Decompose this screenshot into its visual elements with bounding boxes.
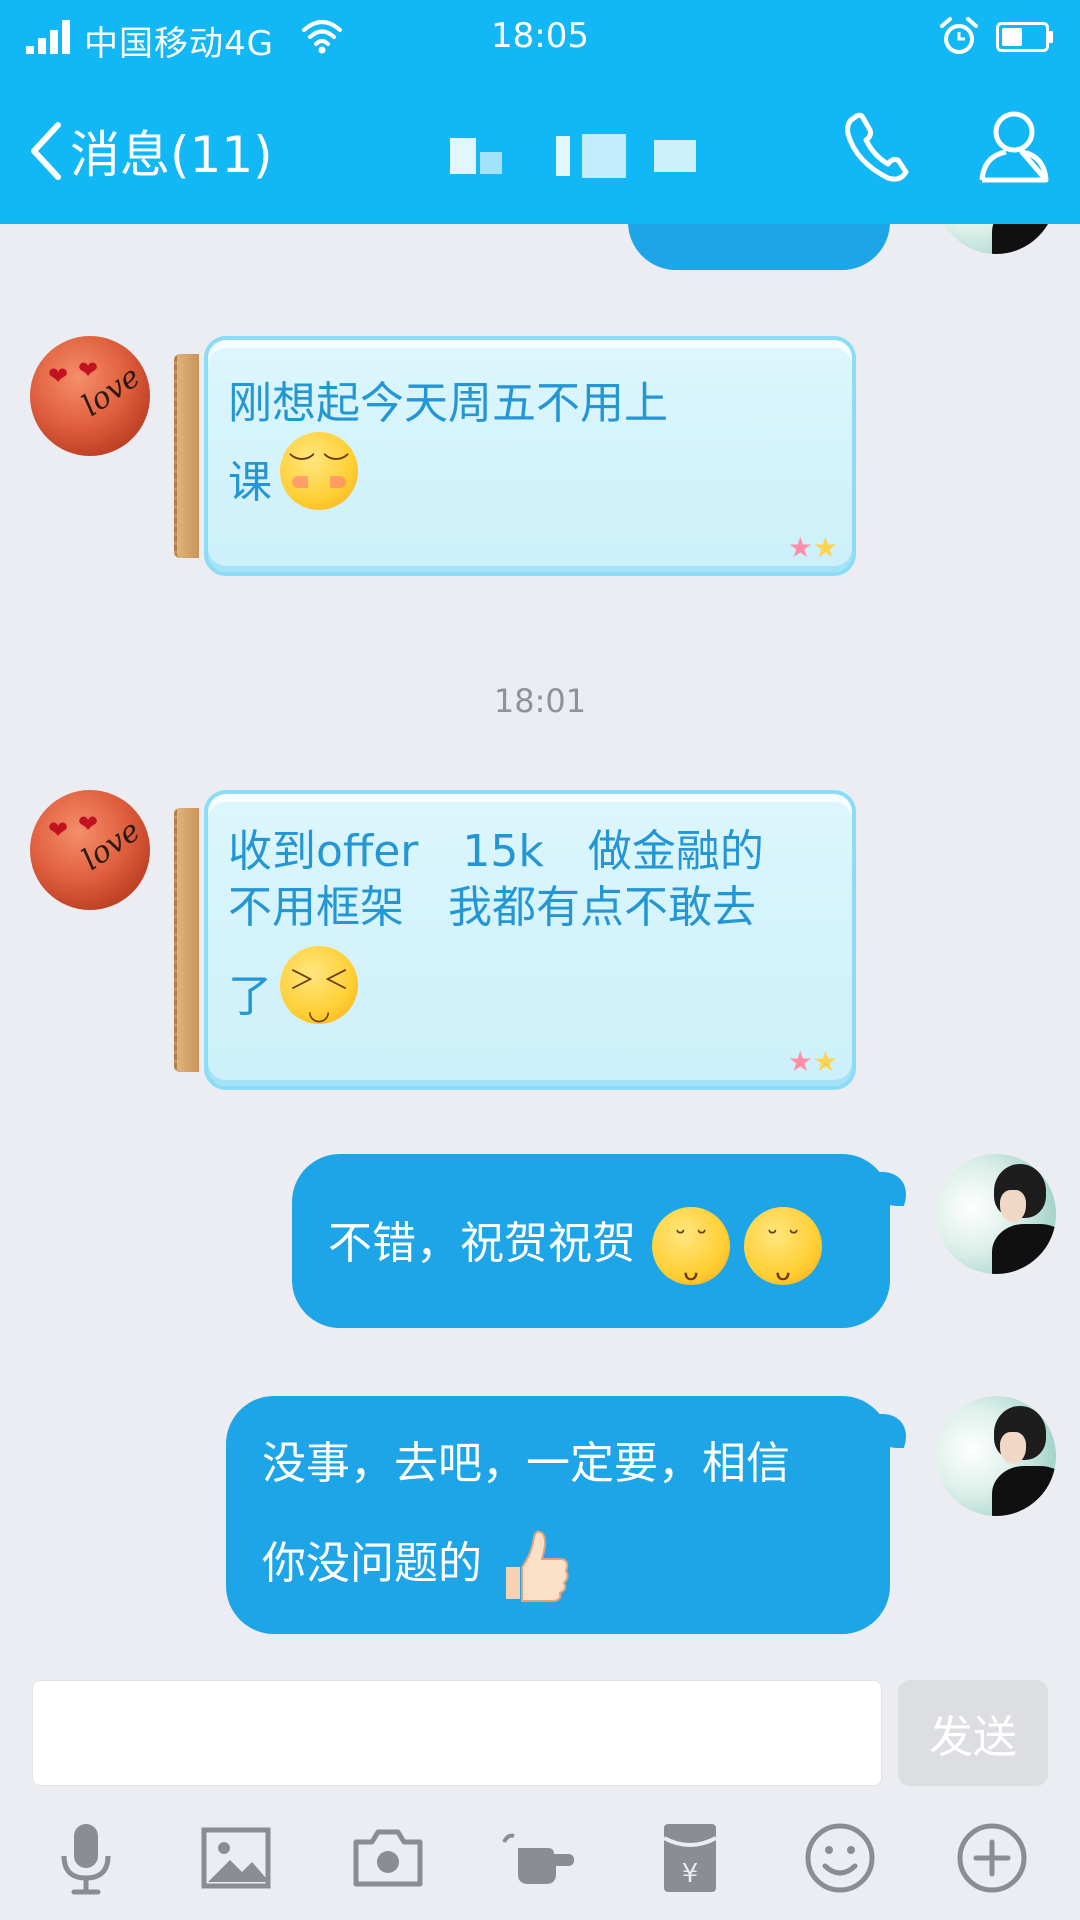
svg-text:¥: ¥ (682, 1859, 699, 1889)
status-bar: 中国移动4G 18:05 (0, 0, 1080, 80)
back-label: 消息(11) (70, 126, 273, 184)
camera-icon[interactable] (348, 1818, 428, 1898)
message-text-line: 你没问题的 (262, 1538, 482, 1589)
message-text-line: 刚想起今天周五不用上 (228, 378, 668, 429)
message-bubble-sent[interactable]: 不错，祝贺祝贺 ˘ ˘ ᴗ ˘ ˘ ᴗ (292, 1154, 890, 1328)
contact-profile-icon[interactable] (976, 106, 1052, 186)
alarm-icon (940, 17, 978, 54)
star-decoration-icon: ★★ (787, 531, 838, 564)
message-text-line: 课 (228, 457, 272, 508)
message-bubble-received[interactable]: 刚想起今天周五不用上 课 ︶ ︶ ★★ (174, 336, 856, 576)
star-decoration-icon: ★★ (787, 1045, 838, 1078)
nav-bar: 消息(11) (0, 86, 1080, 216)
message-text: 不错，祝贺祝贺 (328, 1218, 636, 1269)
bashful-smile-emoji: ︶ ︶ (280, 432, 358, 510)
contact-name-blurred (450, 134, 700, 178)
pray-emoji: ˘ ˘ ᴗ (652, 1207, 730, 1287)
time-divider: 18:01 (493, 682, 587, 720)
poke-icon[interactable] (498, 1818, 578, 1898)
message-text-line: 不用框架 我都有点不敢去 (228, 882, 756, 933)
input-area: 发送 ¥ (0, 1670, 1080, 1920)
plus-icon[interactable] (952, 1818, 1032, 1898)
my-avatar[interactable] (936, 224, 1056, 254)
message-bubble-received[interactable]: 收到offer 15k 做金融的 不用框架 我都有点不敢去 了 ＞ ＜ ◡ ★★ (174, 790, 856, 1090)
back-button[interactable]: 消息(11) (26, 116, 273, 186)
chat-area[interactable]: ❤ ❤ love 刚想起今天周五不用上 课 ︶ ︶ ★★ 18:01 ❤ ❤ l… (0, 224, 1080, 1670)
top-bar: 中国移动4G 18:05 消息(11) (0, 0, 1080, 224)
tears-of-joy-emoji: ＞ ＜ ◡ (280, 946, 358, 1026)
message-text-line: 了 (228, 971, 272, 1022)
red-packet-icon[interactable]: ¥ (650, 1818, 730, 1898)
my-avatar[interactable] (936, 1396, 1056, 1516)
message-text-line: 收到offer 15k 做金融的 (228, 826, 764, 877)
message-text-line: 没事，去吧，一定要，相信 (262, 1438, 790, 1489)
image-icon[interactable] (196, 1818, 276, 1898)
thumbs-up-emoji (496, 1527, 574, 1605)
phone-call-icon[interactable] (840, 106, 920, 186)
message-input[interactable] (32, 1680, 882, 1786)
contact-avatar[interactable]: ❤ ❤ love (30, 336, 150, 456)
status-time: 18:05 (491, 16, 589, 56)
message-bubble-sent-partial[interactable] (628, 224, 890, 270)
emoji-icon[interactable] (800, 1818, 880, 1898)
chevron-left-icon (31, 122, 61, 180)
pray-emoji: ˘ ˘ ᴗ (744, 1207, 822, 1287)
send-button[interactable]: 发送 (898, 1680, 1048, 1786)
message-bubble-sent[interactable]: 没事，去吧，一定要，相信 你没问题的 (226, 1396, 890, 1634)
input-toolbar: ¥ (0, 1818, 1080, 1908)
battery-icon (996, 22, 1053, 52)
contact-avatar[interactable]: ❤ ❤ love (30, 790, 150, 910)
my-avatar[interactable] (936, 1154, 1056, 1274)
microphone-icon[interactable] (46, 1818, 126, 1898)
